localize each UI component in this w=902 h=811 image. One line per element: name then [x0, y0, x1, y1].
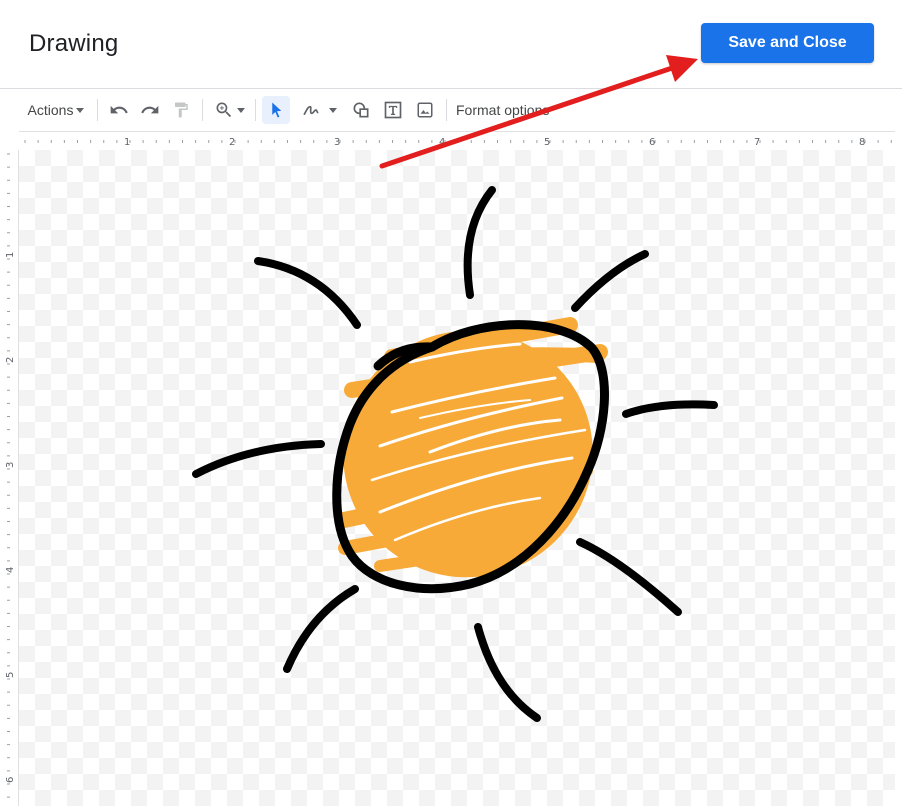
ray-top-left — [254, 257, 361, 329]
paint-format-icon — [175, 102, 188, 118]
toolbar-divider — [446, 99, 447, 121]
chevron-down-icon — [329, 107, 337, 113]
format-options-button[interactable]: Format options — [456, 96, 556, 124]
toolbar-divider — [97, 99, 98, 121]
ruler-label: 7 — [754, 137, 760, 148]
dialog-header: Drawing Save and Close — [0, 0, 902, 89]
ruler-label: 6 — [5, 777, 16, 783]
ray-top — [463, 186, 496, 299]
ruler-label: 5 — [544, 137, 550, 148]
actions-menu-label: Actions — [27, 102, 74, 118]
vertical-ruler-scale: 1 2 3 4 5 6 — [5, 153, 16, 798]
undo-button[interactable] — [106, 96, 132, 124]
ray-bottom — [474, 623, 541, 722]
ruler-label: 1 — [124, 137, 130, 148]
toolbar: Actions Format options — [0, 89, 902, 131]
ruler-label: 8 — [859, 137, 865, 148]
paint-format-button[interactable] — [168, 96, 194, 124]
save-and-close-button[interactable]: Save and Close — [701, 23, 874, 63]
shape-tool-button[interactable] — [348, 96, 374, 124]
horizontal-ruler-scale: 1 2 3 4 5 6 7 8 — [24, 137, 892, 148]
image-icon — [417, 102, 433, 118]
ray-right — [622, 400, 718, 418]
select-icon — [272, 102, 282, 118]
line-tool-button[interactable] — [296, 96, 342, 124]
undo-icon — [110, 105, 128, 114]
sun-drawing[interactable] — [19, 150, 895, 806]
shape-icon — [353, 102, 369, 118]
ruler-label: 2 — [5, 357, 16, 363]
dialog-title: Drawing — [29, 30, 119, 57]
ruler-label: 3 — [5, 462, 16, 468]
ray-bottom-left — [283, 585, 359, 673]
horizontal-ruler: 1 2 3 4 5 6 7 8 — [19, 131, 895, 151]
ruler-label: 1 — [5, 252, 16, 258]
redo-icon — [141, 105, 159, 114]
ruler-corner — [0, 131, 20, 151]
chevron-down-icon — [236, 107, 245, 113]
ruler-label: 4 — [5, 567, 16, 573]
ray-top-right — [571, 250, 649, 312]
format-options-label: Format options — [456, 102, 550, 118]
scribble-line-icon — [303, 105, 319, 115]
ruler-label: 4 — [439, 137, 445, 148]
vertical-ruler: 1 2 3 4 5 6 — [0, 150, 19, 806]
ruler-label: 2 — [229, 137, 235, 148]
image-button[interactable] — [412, 96, 438, 124]
toolbar-divider — [255, 99, 256, 121]
ruler-label: 5 — [5, 672, 16, 678]
ray-bottom-right — [576, 538, 682, 616]
ray-left — [192, 440, 325, 478]
actions-menu[interactable]: Actions — [22, 96, 90, 124]
select-tool-button[interactable] — [262, 96, 290, 124]
text-box-icon — [384, 101, 402, 119]
zoom-button[interactable] — [210, 96, 248, 124]
redo-button[interactable] — [137, 96, 163, 124]
chevron-down-icon — [76, 107, 85, 113]
ruler-label: 3 — [334, 137, 340, 148]
toolbar-divider — [202, 99, 203, 121]
drawing-canvas[interactable] — [19, 150, 895, 806]
ruler-label: 6 — [649, 137, 655, 148]
text-box-button[interactable] — [380, 96, 406, 124]
zoom-icon — [216, 102, 231, 118]
